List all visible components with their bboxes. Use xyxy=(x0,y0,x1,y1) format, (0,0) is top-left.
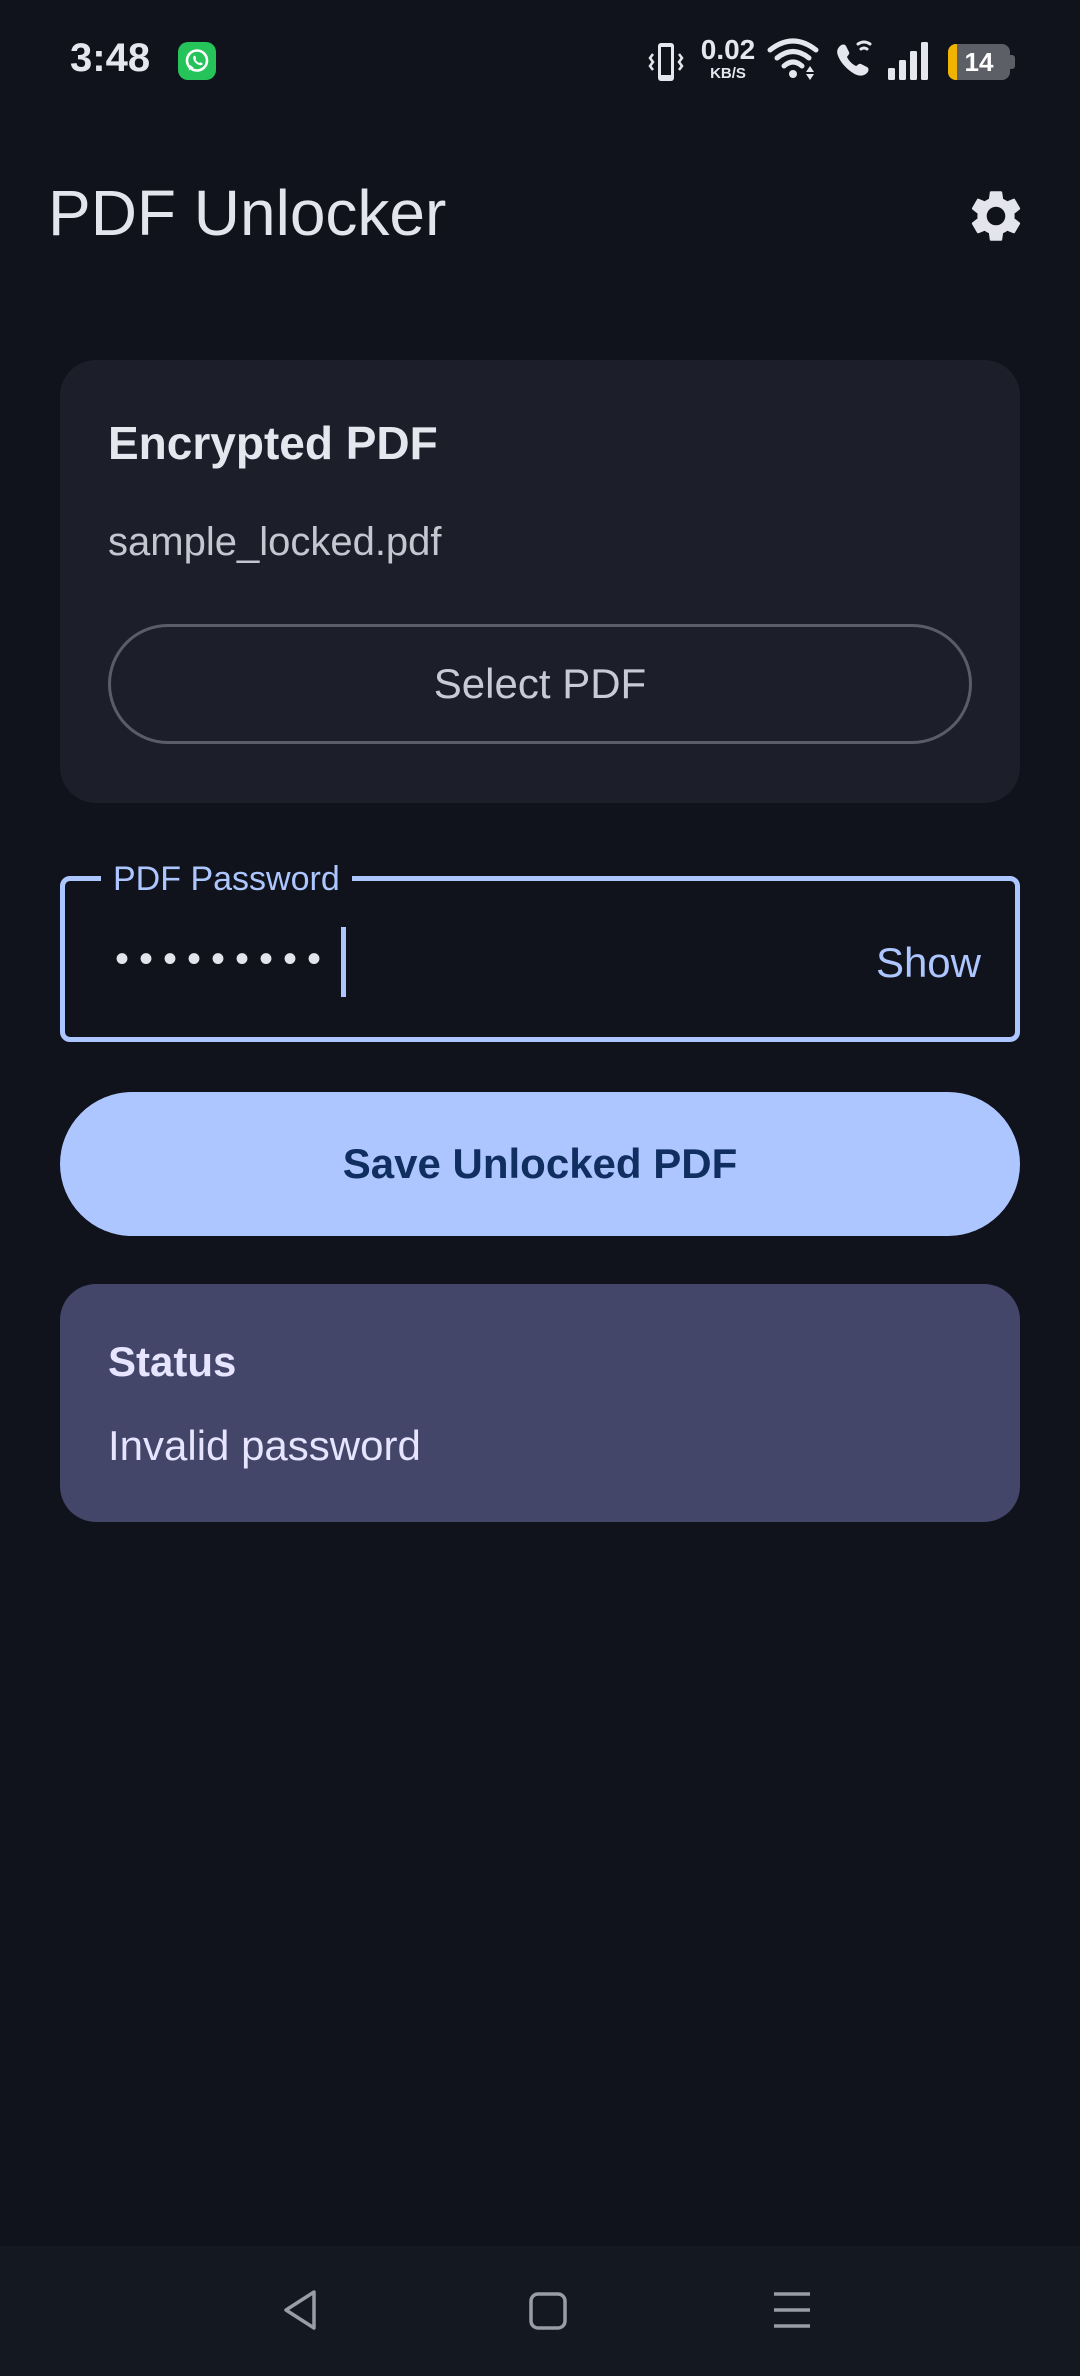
vibrate-icon xyxy=(648,43,684,81)
wifi-icon xyxy=(767,38,819,80)
signal-icon xyxy=(888,42,928,80)
text-cursor xyxy=(341,927,346,997)
encrypted-pdf-card: Encrypted PDF sample_locked.pdf Select P… xyxy=(60,360,1020,803)
card-title: Encrypted PDF xyxy=(108,417,438,469)
home-icon[interactable] xyxy=(524,2284,572,2338)
password-input-value[interactable]: ••••••••• xyxy=(115,929,331,989)
net-speed: 0.02 KB/S xyxy=(696,34,760,82)
wifi-call-icon xyxy=(837,40,872,76)
system-nav-bar xyxy=(0,2246,1080,2376)
show-password-button[interactable]: Show xyxy=(876,933,981,993)
battery-level: 14 xyxy=(964,47,994,77)
gear-icon xyxy=(971,191,1021,241)
battery-icon: 14 xyxy=(948,44,1015,80)
select-pdf-button[interactable]: Select PDF xyxy=(108,624,972,744)
net-speed-value: 0.02 xyxy=(700,34,756,65)
status-bar: 3:48 0.02 KB/S 14 xyxy=(0,0,1080,120)
status-time: 3:48 xyxy=(70,36,151,80)
save-unlocked-pdf-button[interactable]: Save Unlocked PDF xyxy=(60,1092,1020,1236)
back-icon[interactable] xyxy=(276,2280,324,2340)
status-message: Invalid password xyxy=(108,1422,421,1469)
recents-icon[interactable] xyxy=(770,2284,814,2336)
whatsapp-icon xyxy=(178,42,216,80)
password-field[interactable]: PDF Password ••••••••• Show xyxy=(60,857,1020,1042)
screen: 3:48 0.02 KB/S 14 PDF Unlocker Encrypted… xyxy=(0,0,1080,2376)
page-title: PDF Unlocker xyxy=(48,177,447,249)
net-speed-unit: KB/S xyxy=(710,65,746,82)
selected-file-name: sample_locked.pdf xyxy=(108,520,442,564)
settings-button[interactable] xyxy=(960,180,1032,252)
status-card: Status Invalid password xyxy=(60,1284,1020,1522)
password-label: PDF Password xyxy=(101,857,352,902)
status-title: Status xyxy=(108,1338,237,1385)
